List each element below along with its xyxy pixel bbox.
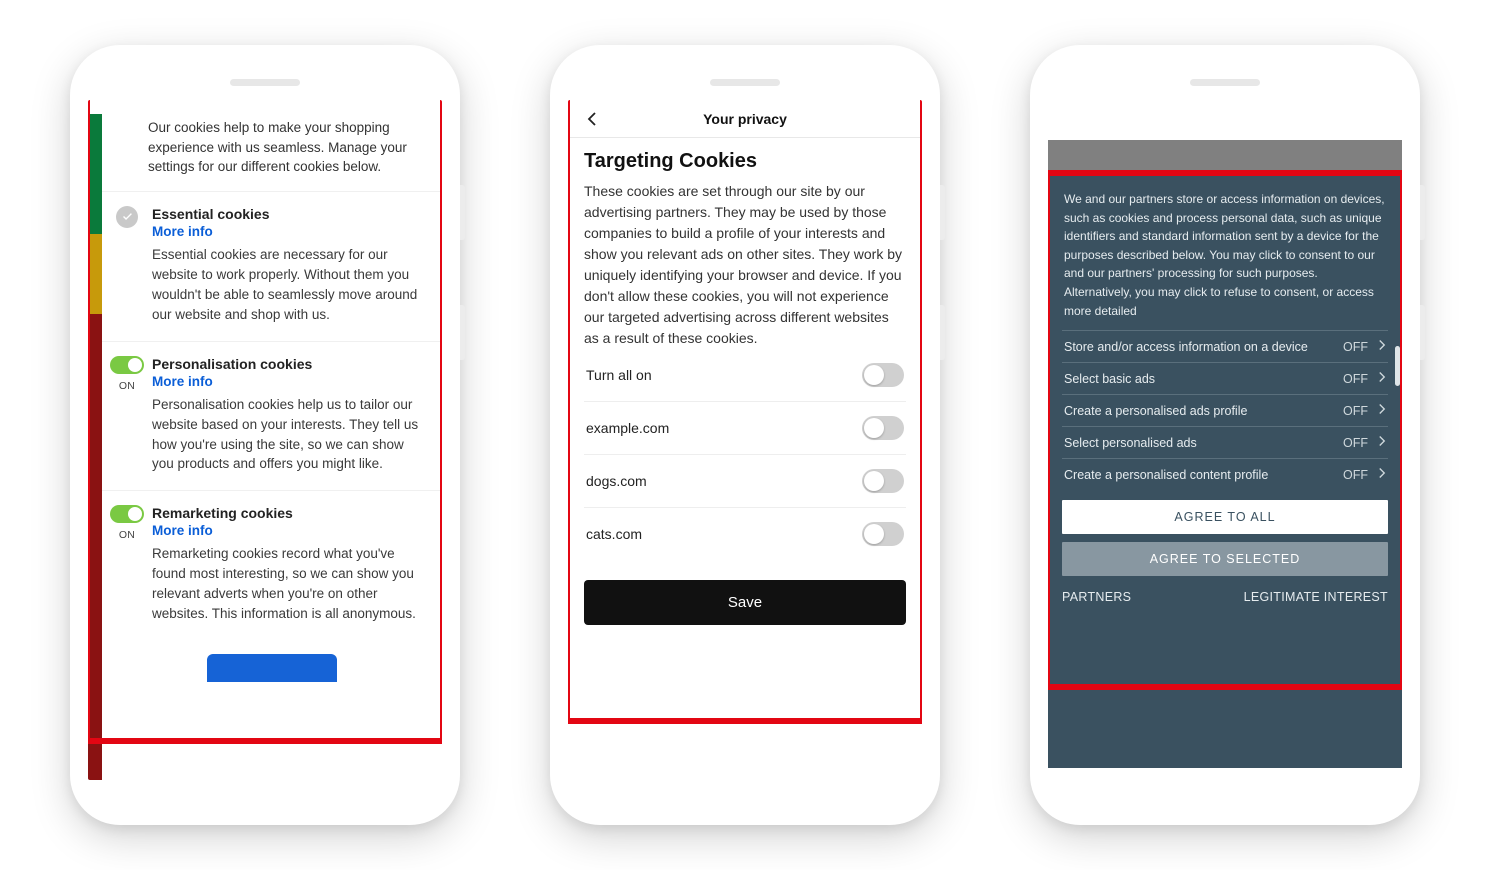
toggle-state-label: ON — [119, 529, 135, 541]
toggle-state-label: ON — [119, 380, 135, 392]
domain-row: dogs.com — [584, 455, 906, 508]
page-title: Targeting Cookies — [584, 150, 906, 173]
screen-2: Your privacy Targeting Cookies These coo… — [568, 100, 922, 780]
purpose-row[interactable]: Select personalised ads OFF — [1062, 426, 1388, 458]
consent-panel: We and our partners store or access info… — [1048, 176, 1402, 768]
purpose-state: OFF — [1343, 340, 1368, 354]
partners-link[interactable]: PARTNERS — [1062, 590, 1131, 604]
agree-selected-button[interactable]: AGREE TO SELECTED — [1062, 542, 1388, 576]
check-icon — [116, 206, 138, 228]
section-desc: Remarketing cookies record what you've f… — [152, 544, 424, 624]
page-description: These cookies are set through our site b… — [584, 181, 906, 349]
purpose-row[interactable]: Create a personalised content profile OF… — [1062, 458, 1388, 490]
intro-text: Our cookies help to make your shopping e… — [102, 100, 442, 192]
row-label: cats.com — [586, 526, 642, 542]
cookie-settings-panel: Our cookies help to make your shopping e… — [102, 100, 442, 780]
purpose-label: Create a personalised ads profile — [1064, 404, 1247, 418]
toggle-domain[interactable] — [862, 469, 904, 493]
more-info-link[interactable]: More info — [152, 523, 213, 538]
purpose-state: OFF — [1343, 404, 1368, 418]
purpose-row[interactable]: Create a personalised ads profile OFF — [1062, 394, 1388, 426]
chevron-right-icon — [1378, 403, 1386, 418]
more-info-link[interactable]: More info — [152, 224, 213, 239]
domain-row: example.com — [584, 402, 906, 455]
row-label: example.com — [586, 420, 669, 436]
phone-mockup-2: Your privacy Targeting Cookies These coo… — [550, 45, 940, 825]
purpose-label: Select personalised ads — [1064, 436, 1197, 450]
chevron-right-icon — [1378, 339, 1386, 354]
purpose-row[interactable]: Store and/or access information on a dev… — [1062, 330, 1388, 362]
purpose-state: OFF — [1343, 436, 1368, 450]
legitimate-interest-link[interactable]: LEGITIMATE INTEREST — [1244, 590, 1388, 604]
row-label: Turn all on — [586, 367, 652, 383]
section-title: Remarketing cookies — [152, 505, 424, 521]
purpose-label: Select basic ads — [1064, 372, 1155, 386]
chevron-right-icon — [1378, 371, 1386, 386]
header-title: Your privacy — [703, 111, 787, 127]
header-bar: Your privacy — [568, 100, 922, 138]
toggle-personalisation[interactable] — [110, 356, 144, 374]
phone-mockup-3: We and our partners store or access info… — [1030, 45, 1420, 825]
primary-button[interactable] — [207, 654, 337, 682]
row-label: dogs.com — [586, 473, 647, 489]
screen-1: Our cookies help to make your shopping e… — [88, 100, 442, 780]
remarketing-cookies-section: ON Remarketing cookies More info Remarke… — [102, 491, 442, 640]
consent-text: We and our partners store or access info… — [1062, 190, 1388, 330]
essential-cookies-section: Essential cookies More info Essential co… — [102, 192, 442, 342]
toggle-domain[interactable] — [862, 522, 904, 546]
section-title: Personalisation cookies — [152, 356, 424, 372]
chevron-right-icon — [1378, 435, 1386, 450]
chevron-right-icon — [1378, 467, 1386, 482]
phone-mockup-1: Our cookies help to make your shopping e… — [70, 45, 460, 825]
more-info-link[interactable]: More info — [152, 374, 213, 389]
personalisation-cookies-section: ON Personalisation cookies More info Per… — [102, 342, 442, 492]
purpose-label: Create a personalised content profile — [1064, 468, 1268, 482]
agree-all-button[interactable]: AGREE TO ALL — [1062, 500, 1388, 534]
section-title: Essential cookies — [152, 206, 424, 222]
section-desc: Essential cookies are necessary for our … — [152, 245, 424, 325]
screen-3: We and our partners store or access info… — [1048, 100, 1402, 780]
save-button[interactable]: Save — [584, 580, 906, 625]
back-button[interactable] — [578, 100, 606, 137]
toggle-domain[interactable] — [862, 416, 904, 440]
purpose-state: OFF — [1343, 372, 1368, 386]
toggle-all[interactable] — [862, 363, 904, 387]
purpose-label: Store and/or access information on a dev… — [1064, 340, 1308, 354]
purpose-state: OFF — [1343, 468, 1368, 482]
toggle-remarketing[interactable] — [110, 505, 144, 523]
section-desc: Personalisation cookies help us to tailo… — [152, 395, 424, 475]
turn-all-on-row: Turn all on — [584, 349, 906, 402]
domain-row: cats.com — [584, 508, 906, 560]
scrollbar-thumb[interactable] — [1395, 346, 1400, 386]
purpose-row[interactable]: Select basic ads OFF — [1062, 362, 1388, 394]
